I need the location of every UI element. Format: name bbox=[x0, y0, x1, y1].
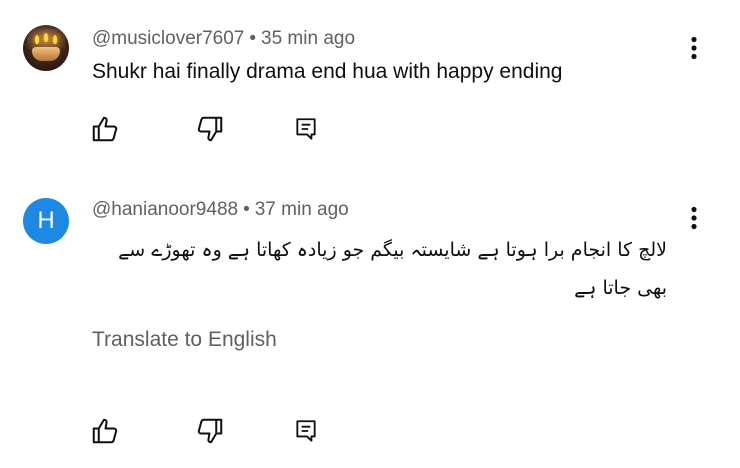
avatar[interactable]: H bbox=[23, 198, 69, 244]
candle-flame bbox=[53, 35, 57, 44]
thumb-up-icon bbox=[92, 116, 118, 142]
candle-flame bbox=[44, 33, 48, 42]
reply-comment-icon bbox=[296, 118, 316, 140]
more-vert-icon bbox=[691, 36, 697, 60]
reply-button[interactable] bbox=[286, 112, 326, 146]
more-vert-icon bbox=[691, 206, 697, 230]
reply-comment-icon bbox=[296, 420, 316, 442]
comments-page: @musiclover7607 • 35 min ago Shukr hai fin… bbox=[0, 0, 740, 468]
comment-thread: @musiclover7607 • 35 min ago Shukr hai fin… bbox=[0, 0, 740, 160]
comment-time[interactable]: 35 min ago bbox=[261, 28, 355, 49]
candle-flame bbox=[35, 35, 39, 44]
comment-meta: @hanianoor9488 • 37 min ago bbox=[92, 199, 349, 221]
thumb-up-icon bbox=[92, 418, 118, 444]
comment-thread: H @hanianoor9488 • 37 min ago لالچ کا انجا… bbox=[0, 180, 740, 468]
comment-author[interactable]: @musiclover7607 bbox=[92, 28, 244, 49]
comment-actions bbox=[0, 112, 740, 146]
comment-author[interactable]: @hanianoor9488 bbox=[92, 199, 238, 220]
comment-text: لالچ کا انجام برا ہوتا ہے شایستہ بیگم جو… bbox=[118, 239, 667, 299]
like-button[interactable] bbox=[85, 414, 125, 448]
avatar[interactable] bbox=[23, 25, 69, 71]
dislike-button[interactable] bbox=[190, 112, 230, 146]
dislike-button[interactable] bbox=[190, 414, 230, 448]
translate-link[interactable]: Translate to English bbox=[92, 328, 277, 352]
more-actions-button[interactable] bbox=[680, 202, 708, 234]
thumb-down-icon bbox=[197, 116, 223, 142]
comment-actions bbox=[0, 414, 740, 448]
comment-text: Shukr hai finally drama end hua with hap… bbox=[92, 60, 563, 83]
comment-time[interactable]: 37 min ago bbox=[255, 199, 349, 220]
meta-separator: • bbox=[243, 199, 250, 220]
meta-separator: • bbox=[249, 28, 257, 49]
cake-shape bbox=[32, 47, 60, 61]
more-actions-button[interactable] bbox=[680, 32, 708, 64]
comment-meta: @musiclover7607 • 35 min ago bbox=[92, 28, 355, 50]
reply-button[interactable] bbox=[286, 414, 326, 448]
thumb-down-icon bbox=[197, 418, 223, 444]
like-button[interactable] bbox=[85, 112, 125, 146]
avatar-letter: H bbox=[37, 207, 55, 234]
